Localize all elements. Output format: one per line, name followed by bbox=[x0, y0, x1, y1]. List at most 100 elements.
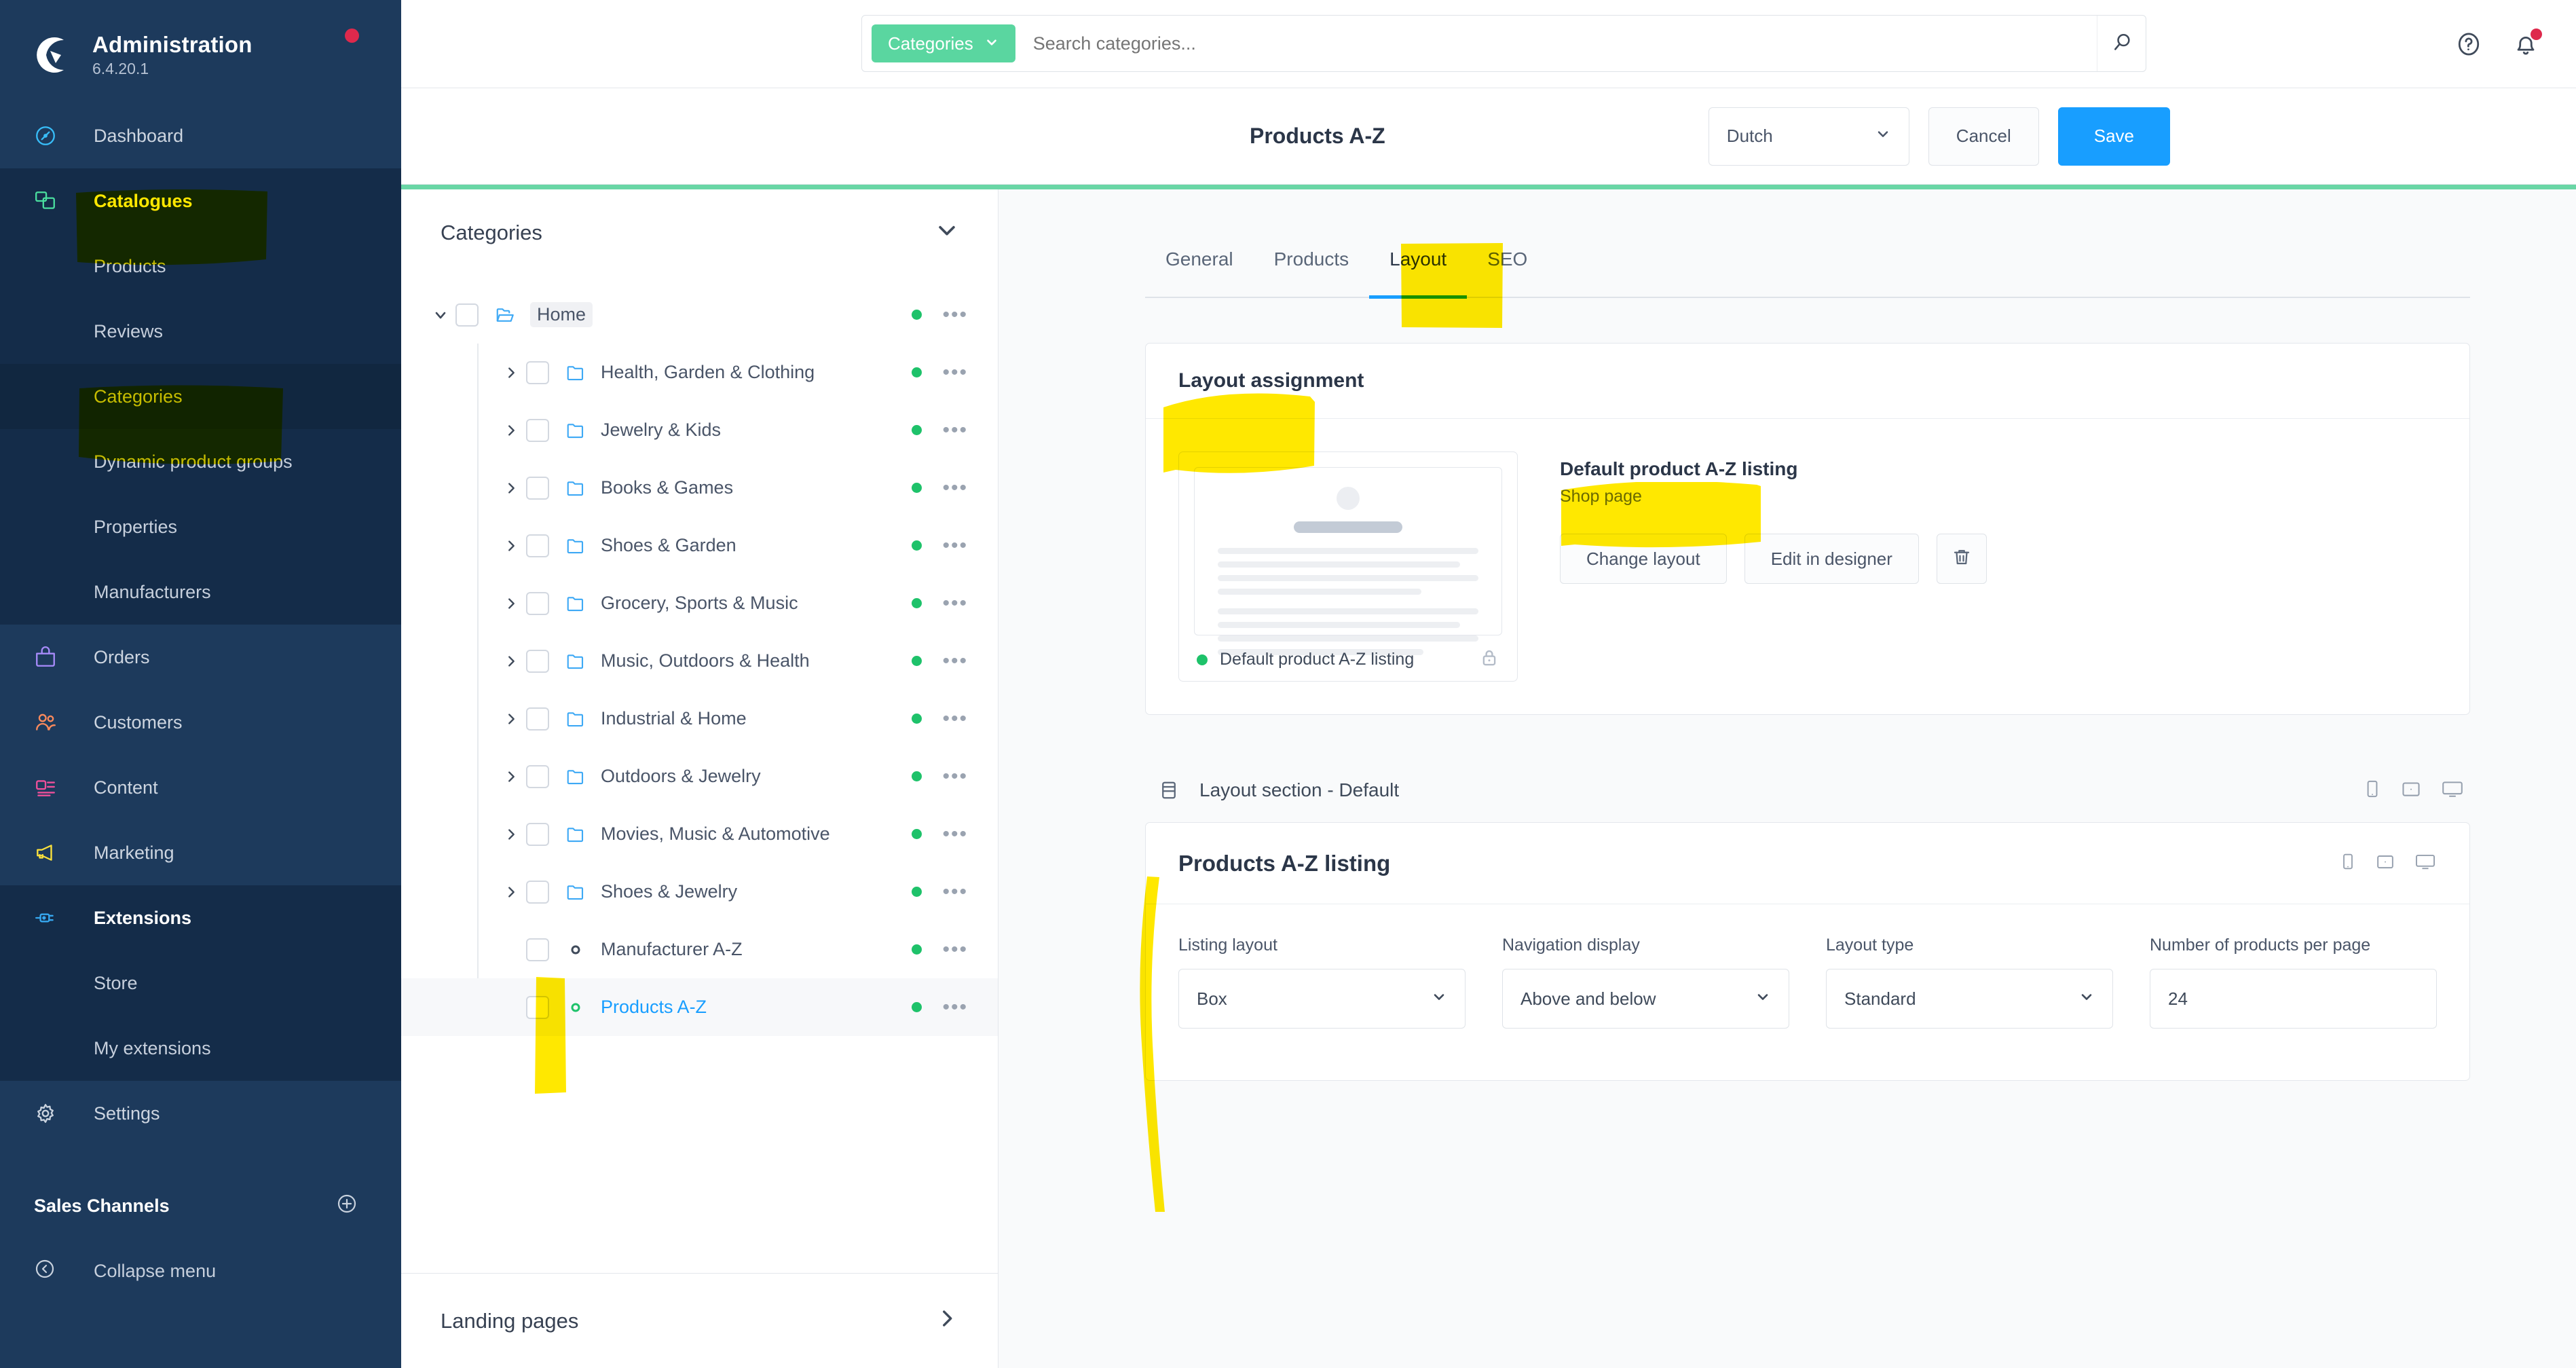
context-menu-icon[interactable]: ••• bbox=[942, 709, 968, 729]
sidebar-item-extensions[interactable]: Extensions bbox=[0, 885, 401, 950]
chevron-right-icon[interactable] bbox=[496, 827, 526, 842]
context-menu-icon[interactable]: ••• bbox=[942, 766, 968, 787]
chevron-down-icon[interactable] bbox=[426, 307, 455, 323]
context-menu-icon[interactable]: ••• bbox=[942, 824, 968, 845]
tree-row-checkbox[interactable] bbox=[526, 822, 549, 846]
notifications-bell-icon[interactable] bbox=[2511, 29, 2542, 59]
tree-row-checkbox[interactable] bbox=[526, 418, 549, 442]
chevron-down-icon[interactable] bbox=[935, 219, 958, 247]
search-scope-dropdown[interactable]: Categories bbox=[872, 24, 1015, 62]
tab-layout[interactable]: Layout bbox=[1369, 221, 1468, 299]
tree-row[interactable]: Jewelry & Kids ••• bbox=[401, 401, 998, 459]
block-device-switch bbox=[2339, 850, 2437, 876]
search-icon[interactable] bbox=[2097, 16, 2146, 71]
global-search[interactable]: Categories bbox=[861, 15, 2146, 72]
tree-row[interactable]: Movies, Music & Automotive ••• bbox=[401, 805, 998, 863]
tree-row[interactable]: Shoes & Jewelry ••• bbox=[401, 863, 998, 921]
navigation-display-select[interactable]: Above and below bbox=[1502, 969, 1789, 1029]
add-sales-channel-icon[interactable] bbox=[336, 1193, 358, 1219]
sidebar-item-dynamic-product-groups[interactable]: Dynamic product groups bbox=[0, 429, 401, 494]
products-per-page-input[interactable]: 24 bbox=[2150, 969, 2437, 1029]
sidebar-item-manufacturers[interactable]: Manufacturers bbox=[0, 559, 401, 625]
tree-row[interactable]: Grocery, Sports & Music ••• bbox=[401, 574, 998, 632]
tree-row[interactable]: Music, Outdoors & Health ••• bbox=[401, 632, 998, 690]
chevron-right-icon[interactable] bbox=[935, 1307, 958, 1335]
context-menu-icon[interactable]: ••• bbox=[942, 536, 968, 556]
tree-row-checkbox[interactable] bbox=[526, 649, 549, 673]
sidebar-item-settings[interactable]: Settings bbox=[0, 1081, 401, 1146]
context-menu-icon[interactable]: ••• bbox=[942, 593, 968, 614]
tree-row-checkbox[interactable] bbox=[526, 534, 549, 557]
tree-row-checkbox[interactable] bbox=[526, 880, 549, 904]
tree-row[interactable]: Outdoors & Jewelry ••• bbox=[401, 747, 998, 805]
tab-products[interactable]: Products bbox=[1254, 221, 1370, 297]
tree-row-checkbox[interactable] bbox=[526, 591, 549, 615]
context-menu-icon[interactable]: ••• bbox=[942, 997, 968, 1018]
cancel-button[interactable]: Cancel bbox=[1928, 107, 2039, 166]
context-menu-icon[interactable]: ••• bbox=[942, 882, 968, 902]
context-menu-icon[interactable]: ••• bbox=[942, 940, 968, 960]
sidebar-item-my-extensions[interactable]: My extensions bbox=[0, 1016, 401, 1081]
sidebar-item-content[interactable]: Content bbox=[0, 755, 401, 820]
tab-general[interactable]: General bbox=[1145, 221, 1254, 297]
chevron-right-icon[interactable] bbox=[496, 365, 526, 380]
chevron-right-icon[interactable] bbox=[496, 481, 526, 496]
tree-row-checkbox[interactable] bbox=[526, 764, 549, 788]
tree-row-checkbox[interactable] bbox=[526, 361, 549, 384]
landing-pages-section[interactable]: Landing pages bbox=[401, 1273, 998, 1368]
chevron-right-icon[interactable] bbox=[496, 885, 526, 900]
tree-row-products-a-z[interactable]: Products A-Z ••• bbox=[401, 978, 998, 1036]
chevron-right-icon[interactable] bbox=[496, 423, 526, 438]
tree-row[interactable]: Home ••• bbox=[401, 286, 998, 344]
tree-row-checkbox[interactable] bbox=[526, 938, 549, 961]
tablet-icon[interactable] bbox=[2374, 851, 2396, 876]
tab-seo[interactable]: SEO bbox=[1467, 221, 1548, 297]
sidebar-item-dashboard[interactable]: Dashboard bbox=[0, 103, 401, 168]
chevron-right-icon[interactable] bbox=[496, 596, 526, 611]
tree-row[interactable]: Industrial & Home ••• bbox=[401, 690, 998, 747]
edit-in-designer-button[interactable]: Edit in designer bbox=[1744, 534, 1919, 584]
context-menu-icon[interactable]: ••• bbox=[942, 478, 968, 498]
sidebar-item-products[interactable]: Products bbox=[0, 234, 401, 299]
desktop-icon[interactable] bbox=[2414, 851, 2437, 876]
layout-preview-card[interactable]: Default product A-Z listing bbox=[1178, 451, 1518, 682]
chevron-right-icon[interactable] bbox=[496, 654, 526, 669]
tree-row[interactable]: Health, Garden & Clothing ••• bbox=[401, 344, 998, 401]
chevron-right-icon[interactable] bbox=[496, 769, 526, 784]
sidebar-item-catalogues[interactable]: Catalogues bbox=[0, 168, 401, 234]
sidebar-item-customers[interactable]: Customers bbox=[0, 690, 401, 755]
change-layout-button[interactable]: Change layout bbox=[1560, 534, 1727, 584]
sidebar-item-categories[interactable]: Categories bbox=[0, 364, 401, 429]
desktop-icon[interactable] bbox=[2440, 777, 2465, 804]
sidebar-item-reviews[interactable]: Reviews bbox=[0, 299, 401, 364]
save-button[interactable]: Save bbox=[2057, 107, 2170, 166]
listing-layout-select[interactable]: Box bbox=[1178, 969, 1466, 1029]
delete-layout-button[interactable] bbox=[1936, 534, 1987, 584]
tree-row[interactable]: Books & Games ••• bbox=[401, 459, 998, 517]
layout-type-select[interactable]: Standard bbox=[1826, 969, 2113, 1029]
tree-row-checkbox[interactable] bbox=[526, 995, 549, 1019]
collapse-menu-button[interactable]: Collapse menu bbox=[0, 1238, 401, 1304]
context-menu-icon[interactable]: ••• bbox=[942, 420, 968, 441]
sidebar-item-marketing[interactable]: Marketing bbox=[0, 820, 401, 885]
context-menu-icon[interactable]: ••• bbox=[942, 305, 968, 325]
categories-panel-header[interactable]: Categories bbox=[401, 189, 998, 276]
tree-row-checkbox[interactable] bbox=[455, 303, 479, 327]
sidebar-item-properties[interactable]: Properties bbox=[0, 494, 401, 559]
context-menu-icon[interactable]: ••• bbox=[942, 651, 968, 671]
sidebar-item-orders[interactable]: Orders bbox=[0, 625, 401, 690]
context-menu-icon[interactable]: ••• bbox=[942, 363, 968, 383]
mobile-icon[interactable] bbox=[2363, 777, 2382, 805]
sidebar-item-store[interactable]: Store bbox=[0, 950, 401, 1016]
tree-row[interactable]: Shoes & Garden ••• bbox=[401, 517, 998, 574]
tree-row-checkbox[interactable] bbox=[526, 707, 549, 731]
mobile-icon[interactable] bbox=[2339, 850, 2357, 876]
chevron-right-icon[interactable] bbox=[496, 538, 526, 553]
tree-row-checkbox[interactable] bbox=[526, 476, 549, 500]
tablet-icon[interactable] bbox=[2400, 777, 2423, 804]
help-icon[interactable] bbox=[2454, 29, 2484, 59]
chevron-right-icon[interactable] bbox=[496, 711, 526, 726]
tree-row[interactable]: Manufacturer A-Z ••• bbox=[401, 921, 998, 978]
search-input[interactable] bbox=[1032, 33, 2136, 54]
language-select[interactable]: Dutch bbox=[1708, 107, 1909, 166]
